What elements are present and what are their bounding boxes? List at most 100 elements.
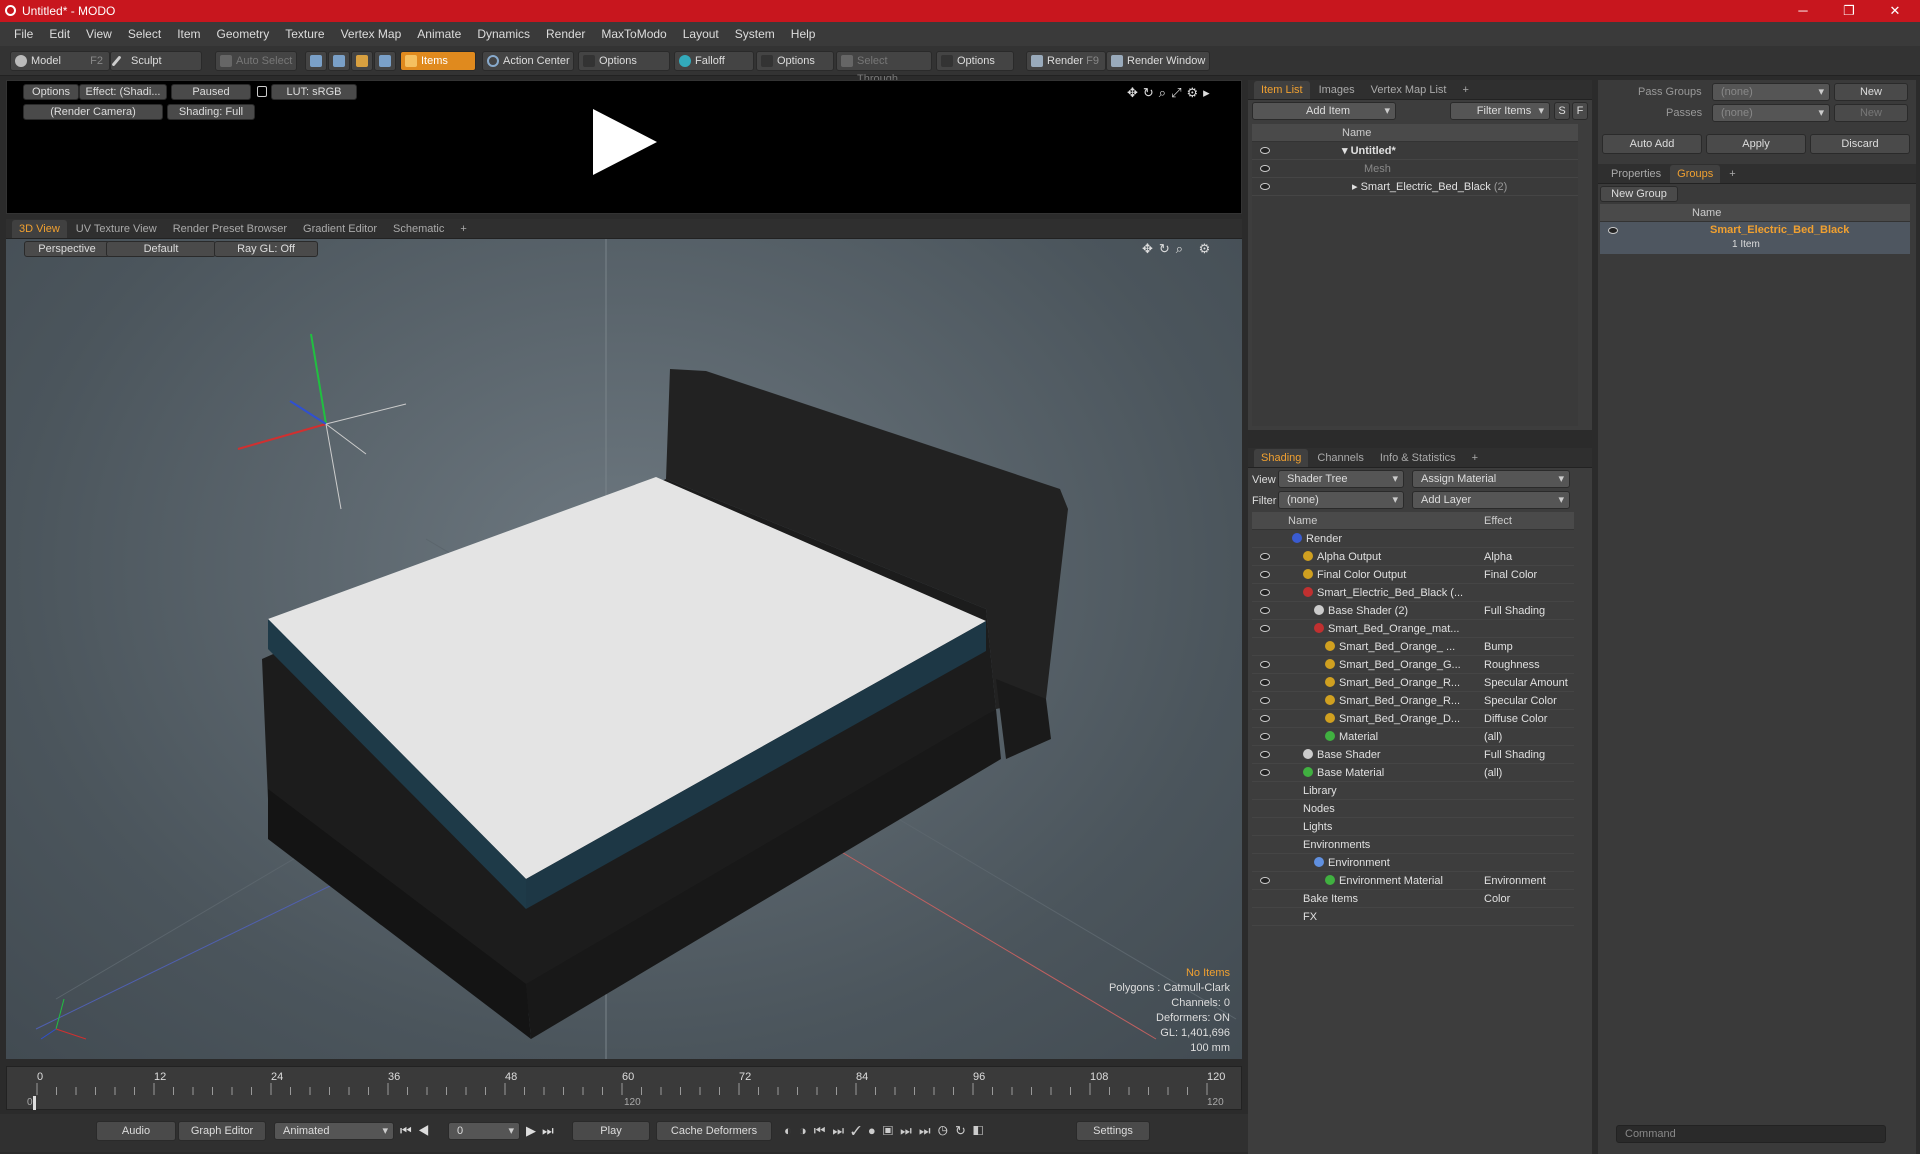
settings-button[interactable]: Settings [1076, 1121, 1150, 1141]
model-button[interactable]: Model F2 [10, 51, 110, 71]
minimize-button[interactable]: ─ [1780, 0, 1826, 22]
tab-info-statistics[interactable]: Info & Statistics [1373, 449, 1463, 467]
bed-model[interactable] [262, 369, 1068, 1039]
add-tab-button[interactable]: + [1722, 165, 1742, 183]
menu-view[interactable]: View [86, 27, 112, 41]
new-group-button[interactable]: New Group [1600, 186, 1678, 202]
polygons-mode-button[interactable] [351, 51, 373, 71]
skip-back-icons[interactable]: ⏮◀ [400, 1123, 435, 1139]
shader-row[interactable]: FX [1252, 908, 1574, 926]
add-layer-dropdown[interactable]: Add Layer [1412, 491, 1570, 509]
3d-viewport[interactable]: Perspective Default Ray GL: Off ✥↻⌕ ⚙ No… [6, 239, 1242, 1059]
menu-texture[interactable]: Texture [285, 27, 324, 41]
render-window-button[interactable]: Render Window [1106, 51, 1210, 71]
eye-icon[interactable] [1260, 679, 1270, 686]
add-tab-button[interactable]: + [453, 220, 473, 238]
menu-item[interactable]: Item [177, 27, 200, 41]
tab-vertex-map-list[interactable]: Vertex Map List [1364, 81, 1454, 99]
play-button[interactable]: Play [572, 1121, 650, 1141]
lock-icon[interactable] [257, 86, 267, 97]
menu-edit[interactable]: Edit [49, 27, 70, 41]
auto-select-button[interactable]: Auto Select [215, 51, 297, 71]
effect-dropdown[interactable]: Specular Color [1484, 692, 1557, 710]
shader-row[interactable]: Material (all) [1252, 728, 1574, 746]
auto-add-button[interactable]: Auto Add [1602, 134, 1702, 154]
effect-dropdown[interactable]: Full Shading [1484, 602, 1545, 620]
view-dropdown[interactable]: Shader Tree [1278, 470, 1404, 488]
preview-nav-icons[interactable]: ✥↻⌕⤢⚙▸ [1127, 85, 1215, 101]
materials-mode-button[interactable] [374, 51, 396, 71]
eye-icon[interactable] [1260, 733, 1270, 740]
new-pass-button[interactable]: New [1834, 104, 1908, 122]
eye-icon[interactable] [1260, 877, 1270, 884]
effect-dropdown[interactable]: Full Shading [1484, 746, 1545, 764]
falloff-button[interactable]: Falloff [674, 51, 754, 71]
effect-dropdown[interactable]: (all) [1484, 764, 1502, 782]
eye-icon[interactable] [1260, 165, 1270, 172]
discard-button[interactable]: Discard [1810, 134, 1910, 154]
new-pass-group-button[interactable]: New [1834, 83, 1908, 101]
shader-row[interactable]: Smart_Bed_Orange_D... Diffuse Color [1252, 710, 1574, 728]
tab-shading[interactable]: Shading [1254, 449, 1309, 467]
eye-icon[interactable] [1608, 227, 1618, 234]
tab-gradient-editor[interactable]: Gradient Editor [296, 220, 384, 238]
eye-icon[interactable] [1260, 751, 1270, 758]
skip-forward-icons[interactable]: ▶⏭ [526, 1123, 560, 1139]
item-row-bed[interactable]: ▸ Smart_Electric_Bed_Black (2) [1252, 178, 1578, 196]
add-tab-button[interactable]: + [1455, 81, 1475, 99]
shader-row[interactable]: Library [1252, 782, 1574, 800]
menu-vertex-map[interactable]: Vertex Map [341, 27, 402, 41]
group-row[interactable]: Smart_Electric_Bed_Black 1 Item [1600, 222, 1910, 254]
command-input[interactable]: Command [1616, 1125, 1886, 1143]
vertices-mode-button[interactable] [305, 51, 327, 71]
effect-dropdown[interactable]: Alpha [1484, 548, 1512, 566]
tab-render-preset-browser[interactable]: Render Preset Browser [166, 220, 294, 238]
menu-dynamics[interactable]: Dynamics [477, 27, 530, 41]
shader-row[interactable]: Smart_Bed_Orange_ ... Bump [1252, 638, 1574, 656]
action-center-button[interactable]: Action Center [482, 51, 574, 71]
menu-geometry[interactable]: Geometry [217, 27, 270, 41]
shader-row[interactable]: Base Shader Full Shading [1252, 746, 1574, 764]
menu-maxtomodo[interactable]: MaxToModo [601, 27, 666, 41]
tab-schematic[interactable]: Schematic [386, 220, 451, 238]
menu-render[interactable]: Render [546, 27, 585, 41]
effect-dropdown[interactable]: Final Color [1484, 566, 1537, 584]
tab-item-list[interactable]: Item List [1254, 81, 1310, 99]
maximize-button[interactable]: ❐ [1826, 0, 1872, 22]
assign-material-dropdown[interactable]: Assign Material [1412, 470, 1570, 488]
shader-row[interactable]: Environments [1252, 836, 1574, 854]
menu-animate[interactable]: Animate [417, 27, 461, 41]
add-item-dropdown[interactable]: Add Item [1252, 102, 1396, 120]
eye-icon[interactable] [1260, 625, 1270, 632]
lut-button[interactable]: LUT: sRGB [271, 84, 357, 100]
item-row-untitled[interactable]: ▾ Untitled* [1252, 142, 1578, 160]
menu-help[interactable]: Help [791, 27, 816, 41]
graph-editor-button[interactable]: Graph Editor [178, 1121, 266, 1141]
shading-button[interactable]: Shading: Full [167, 104, 255, 120]
key-tools-icons[interactable]: ◐◑⏮⏭✓●▣⏭⏭◷↻◧ [784, 1123, 990, 1139]
falloff-options-button[interactable]: Options [756, 51, 834, 71]
filter-dropdown[interactable]: (none) [1278, 491, 1404, 509]
timeline[interactable]: 0 12 24 36 48 60 72 84 96 108 120 0 120 … [6, 1066, 1242, 1110]
shader-row[interactable]: Base Shader (2) Full Shading [1252, 602, 1574, 620]
animated-dropdown[interactable]: Animated [274, 1122, 394, 1140]
shader-row[interactable]: Smart_Electric_Bed_Black (... [1252, 584, 1574, 602]
shader-row[interactable]: Smart_Bed_Orange_G... Roughness [1252, 656, 1574, 674]
playhead[interactable] [33, 1096, 36, 1110]
items-mode-button[interactable]: Items [400, 51, 476, 71]
edges-mode-button[interactable] [328, 51, 350, 71]
select-through-options-button[interactable]: Options [936, 51, 1014, 71]
effect-dropdown[interactable]: Specular Amount [1484, 674, 1568, 692]
close-button[interactable]: ✕ [1872, 0, 1918, 22]
preview-options-button[interactable]: Options [23, 84, 79, 100]
tab-groups[interactable]: Groups [1670, 165, 1721, 183]
eye-icon[interactable] [1260, 571, 1270, 578]
f-button[interactable]: F [1572, 102, 1588, 120]
cache-deformers-button[interactable]: Cache Deformers [656, 1121, 772, 1141]
menu-file[interactable]: File [14, 27, 33, 41]
eye-icon[interactable] [1260, 183, 1270, 190]
passes-dropdown[interactable]: (none) [1712, 104, 1830, 122]
play-icon[interactable] [593, 109, 657, 175]
eye-icon[interactable] [1260, 553, 1270, 560]
shader-row[interactable]: Final Color Output Final Color [1252, 566, 1574, 584]
